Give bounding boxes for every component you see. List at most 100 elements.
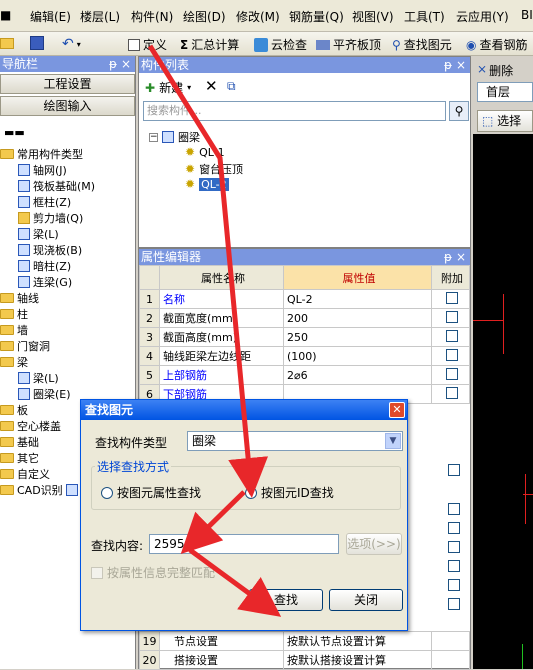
delete-icon[interactable]: ✕ <box>205 77 218 95</box>
property-value[interactable]: QL-2 <box>283 289 432 309</box>
extra-checkbox[interactable] <box>446 386 458 399</box>
menu-rebar[interactable]: 钢筋量(Q) <box>289 8 344 25</box>
table-row[interactable]: 19 节点设置 按默认节点设置计算 <box>139 631 470 651</box>
new-component-button[interactable]: ✚ 新建 ▾ <box>145 79 191 96</box>
tree-group-column[interactable]: 柱 <box>0 306 28 322</box>
find-element-button[interactable]: ⚲ 查找图元 <box>392 36 452 53</box>
extra-checkbox[interactable] <box>448 522 460 537</box>
draw-input-button[interactable]: 绘图输入 <box>0 96 135 116</box>
search-input[interactable]: 搜索构件... <box>143 101 446 121</box>
extra-checkbox[interactable] <box>446 367 458 380</box>
undo-icon[interactable]: ↶ ▾ <box>62 36 81 52</box>
extra-checkbox[interactable] <box>448 598 460 613</box>
find-button[interactable]: 查找 <box>249 589 323 611</box>
options-button[interactable]: 选项(>>) <box>346 533 402 555</box>
extra-checkbox[interactable] <box>446 310 458 323</box>
complete-match-checkbox[interactable]: 按属性信息完整匹配 <box>91 564 215 581</box>
pin-icon[interactable]: ᵽ <box>444 249 452 265</box>
extra-checkbox[interactable] <box>446 348 458 361</box>
table-row[interactable]: 1 名称 QL-2 <box>139 289 470 309</box>
menu-draw[interactable]: 绘图(D) <box>183 8 226 25</box>
table-row[interactable]: 5 上部钢筋 2⌀6 <box>139 365 470 385</box>
menu-view[interactable]: 视图(V) <box>352 8 394 25</box>
close-icon[interactable]: × <box>456 57 466 73</box>
menu-floor[interactable]: 楼层(L) <box>80 8 120 25</box>
close-icon[interactable]: × <box>456 249 466 265</box>
tree-group-door-window[interactable]: 门窗洞 <box>0 338 50 354</box>
property-value[interactable]: 200 <box>283 308 432 328</box>
component-item[interactable]: ✹ QL-1 <box>185 145 225 159</box>
floor-select[interactable]: 首层 <box>477 82 533 102</box>
tree-item-column[interactable]: 框柱(Z) <box>18 194 71 210</box>
menu-bim[interactable]: BI <box>521 8 533 22</box>
table-row[interactable]: 2 截面宽度(mm) 200 <box>139 308 470 328</box>
tree-item-beam-l[interactable]: 梁(L) <box>18 370 59 386</box>
extra-checkbox[interactable] <box>446 329 458 342</box>
extra-checkbox[interactable] <box>448 560 460 575</box>
table-row[interactable]: 4 轴线距梁左边线距 (100) <box>139 346 470 366</box>
tree-item-link-beam[interactable]: 连梁(G) <box>18 274 72 290</box>
menu-tools[interactable]: 工具(T) <box>404 8 445 25</box>
property-value[interactable]: 按默认节点设置计算 <box>283 631 432 651</box>
tree-item-slab[interactable]: 现浇板(B) <box>18 242 82 258</box>
checkbox[interactable] <box>91 566 103 579</box>
tree-group-common[interactable]: 常用构件类型 <box>0 146 83 162</box>
search-content-input[interactable]: 2595 <box>149 534 339 554</box>
table-row[interactable]: 20 搭接设置 按默认搭接设置计算 <box>139 650 470 670</box>
cloud-check-button[interactable]: 云检查 <box>254 36 307 53</box>
menu-modify[interactable]: 修改(M) <box>236 8 280 25</box>
property-value[interactable]: (100) <box>283 346 432 366</box>
flush-slab-button[interactable]: 平齐板顶 <box>316 36 381 53</box>
tree-group-other[interactable]: 其它 <box>0 450 39 466</box>
drawing-canvas[interactable] <box>473 134 533 669</box>
tree-item-beam[interactable]: 梁(L) <box>18 226 59 242</box>
property-value[interactable]: 按默认搭接设置计算 <box>283 650 432 670</box>
summary-calc-button[interactable]: Σ 汇总计算 <box>180 36 239 53</box>
table-row[interactable]: 3 截面高度(mm) 250 <box>139 327 470 347</box>
tree-item-raft[interactable]: 筏板基础(M) <box>18 178 95 194</box>
close-icon[interactable]: × <box>121 56 131 72</box>
tree-group-axis[interactable]: 轴线 <box>0 290 39 306</box>
extra-checkbox[interactable] <box>448 503 460 518</box>
tree-group-cad[interactable]: CAD识别 <box>0 482 78 498</box>
component-item-selected[interactable]: ✹ QL-2 <box>185 177 229 191</box>
tree-group-custom[interactable]: 自定义 <box>0 466 50 482</box>
component-item[interactable]: ✹ 窗台压顶 <box>185 161 243 177</box>
property-value[interactable]: 250 <box>283 327 432 347</box>
define-button[interactable]: 定义 <box>128 36 167 53</box>
extra-checkbox[interactable] <box>448 579 460 594</box>
pin-icon[interactable]: ᵽ <box>109 56 117 72</box>
project-settings-button[interactable]: 工程设置 <box>0 74 135 94</box>
tree-item-shear-wall[interactable]: 剪力墙(Q) <box>18 210 83 226</box>
tree-group-foundation[interactable]: 基础 <box>0 434 39 450</box>
select-button[interactable]: ⬚ 选择 <box>477 110 533 132</box>
menu-component[interactable]: 构件(N) <box>131 8 173 25</box>
menu-edit[interactable]: 编辑(E) <box>30 8 71 25</box>
pin-icon[interactable]: ᵽ <box>444 57 452 73</box>
extra-checkbox[interactable] <box>448 541 460 556</box>
tree-item-hidden-column[interactable]: 暗柱(Z) <box>18 258 71 274</box>
open-folder-icon[interactable] <box>0 36 14 49</box>
tree-group-hollow-floor[interactable]: 空心楼盖 <box>0 418 61 434</box>
tree-root-ring-beam[interactable]: − 圈梁 <box>149 129 200 145</box>
view-rebar-button[interactable]: ◉ 查看钢筋 <box>466 36 528 53</box>
radio-by-id[interactable]: 按图元ID查找 <box>245 484 334 501</box>
save-icon[interactable] <box>30 36 44 50</box>
extra-checkbox[interactable] <box>448 464 460 479</box>
tree-item-ring-beam[interactable]: 圈梁(E) <box>18 386 71 402</box>
copy-icon[interactable]: ⧉ <box>227 79 236 94</box>
tree-collapse-icon[interactable]: ▬▬ <box>4 126 25 139</box>
delete-button[interactable]: ⨯ 删除 <box>477 62 513 79</box>
radio-button[interactable] <box>101 486 113 499</box>
component-type-select[interactable]: 圈梁 ▼ <box>187 431 403 451</box>
menu-cloud[interactable]: 云应用(Y) <box>456 8 509 25</box>
tree-group-beam[interactable]: 梁 <box>0 354 28 370</box>
close-icon[interactable]: ✕ <box>389 402 405 418</box>
extra-checkbox[interactable] <box>446 291 458 304</box>
radio-button-selected[interactable] <box>245 486 257 499</box>
property-value[interactable]: 2⌀6 <box>283 365 432 385</box>
radio-by-attribute[interactable]: 按图元属性查找 <box>101 484 201 501</box>
chevron-down-icon[interactable]: ▼ <box>385 433 401 449</box>
collapse-icon[interactable]: − <box>149 132 158 142</box>
tree-group-wall[interactable]: 墙 <box>0 322 28 338</box>
